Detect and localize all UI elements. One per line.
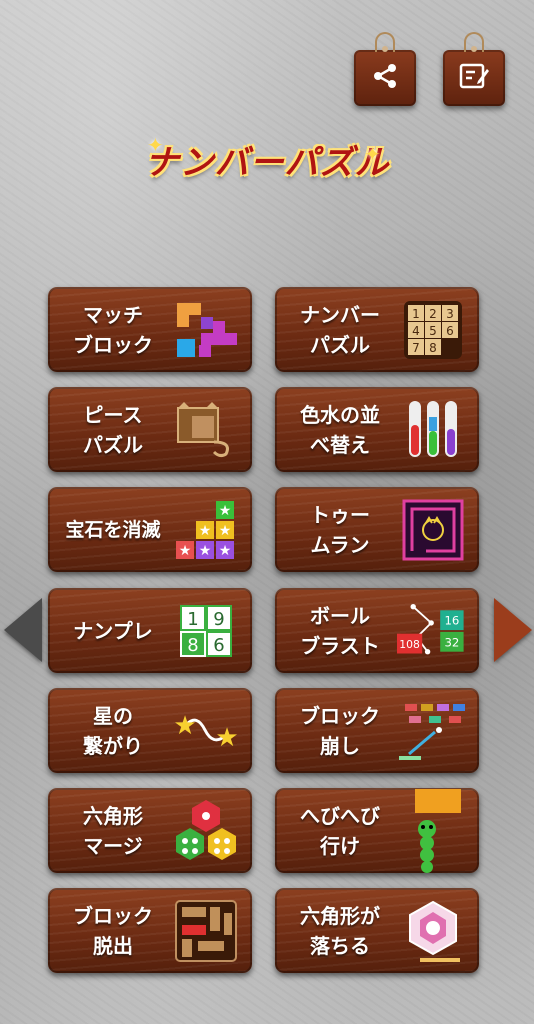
game-tile-match-block[interactable]: マッチ ブロック (48, 287, 252, 372)
game-tile-label: トゥー ムラン (310, 502, 370, 557)
puzzle-number: 5 (429, 324, 437, 338)
game-tile-block-breaker[interactable]: ブロック 崩し (275, 688, 479, 773)
hexagon-merge-icon (170, 796, 242, 866)
game-tile-label: 星の 繋がり (83, 703, 143, 758)
sparkle-icon: ✦ (364, 142, 381, 166)
puzzle-number: 4 (412, 324, 420, 338)
falling-hexagon-icon (397, 896, 469, 966)
brick-breaker-icon (397, 696, 469, 766)
svg-text:★: ★ (173, 711, 196, 741)
ball-blast-number: 108 (399, 638, 420, 651)
puzzle-number: 2 (429, 307, 437, 321)
snake-icon (397, 788, 469, 873)
game-tile-number-puzzle[interactable]: ナンバー パズル 1 2 3 4 5 6 7 8 (275, 287, 479, 372)
game-tile-label: 六角形 マージ (83, 803, 143, 858)
sudoku-numbers-icon: 1 9 8 6 (170, 596, 242, 666)
svg-text:★: ★ (199, 543, 212, 559)
game-tile-block-escape[interactable]: ブロック 脱出 (48, 888, 252, 973)
game-tile-label: ブロック 脱出 (73, 903, 153, 958)
game-tile-label: マッチ ブロック (73, 302, 153, 357)
number-slide-puzzle-icon: 1 2 3 4 5 6 7 8 (397, 295, 469, 365)
puzzle-number: 6 (446, 324, 454, 338)
game-tile-water-sort[interactable]: 色水の並 べ替え (275, 387, 479, 472)
tetromino-blocks-icon (170, 295, 242, 365)
puzzle-number: 8 (429, 341, 437, 355)
game-tile-label: 色水の並 べ替え (300, 402, 380, 457)
game-title: ナンバーパズル (144, 143, 390, 183)
share-icon (370, 61, 400, 95)
ball-blast-icon: 16 108 32 (397, 596, 469, 666)
puzzle-number: 1 (412, 307, 420, 321)
puzzle-number: 3 (446, 307, 454, 321)
puzzle-number: 7 (412, 341, 420, 355)
game-tile-sudoku[interactable]: ナンプレ 1 9 8 6 (48, 588, 252, 673)
svg-text:★: ★ (199, 523, 212, 539)
jigsaw-cat-icon (170, 395, 242, 465)
game-tile-falling-hexagon[interactable]: 六角形が 落ちる (275, 888, 479, 973)
svg-text:★: ★ (219, 543, 232, 559)
game-tile-label: ナンプレ (73, 618, 153, 643)
svg-text:★: ★ (215, 723, 238, 753)
game-tile-ball-blast[interactable]: ボール ブラスト 16 108 32 (275, 588, 479, 673)
game-tile-label: ナンバー パズル (300, 302, 380, 357)
svg-text:★: ★ (219, 503, 232, 519)
connect-stars-icon: ★ ★ (170, 696, 242, 766)
maze-cat-icon (397, 495, 469, 565)
water-sort-tubes-icon (397, 395, 469, 465)
game-tile-label: ブロック 崩し (300, 703, 380, 758)
svg-text:★: ★ (219, 523, 232, 539)
sudoku-digit: 6 (213, 635, 224, 656)
game-tile-label: ボール ブラスト (300, 603, 380, 658)
sudoku-digit: 8 (187, 635, 198, 656)
game-tile-label: 六角形が 落ちる (300, 903, 380, 958)
game-tile-hexagon-merge[interactable]: 六角形 マージ (48, 788, 252, 873)
right-arrow-icon[interactable] (494, 598, 532, 662)
game-tile-jewel-clear[interactable]: 宝石を消滅 ★ ★ ★ ★ ★ ★ (48, 487, 252, 572)
edit-memo-icon (458, 61, 490, 95)
game-tile-tomb-run[interactable]: トゥー ムラン (275, 487, 479, 572)
game-tile-label: 宝石を消滅 (65, 518, 161, 541)
game-tile-piece-puzzle[interactable]: ピース パズル (48, 387, 252, 472)
svg-text:★: ★ (179, 543, 192, 559)
memo-button[interactable] (443, 50, 505, 106)
sudoku-digit: 1 (187, 609, 198, 630)
ball-blast-number: 32 (444, 635, 459, 649)
game-tile-label: ピース パズル (83, 402, 143, 457)
ball-blast-number: 16 (444, 613, 459, 627)
left-arrow-icon[interactable] (4, 598, 42, 662)
game-tile-connect-stars[interactable]: 星の 繋がり ★ ★ (48, 688, 252, 773)
game-tile-label: へびへび 行け (300, 803, 380, 858)
share-button[interactable] (354, 50, 416, 106)
game-tile-snake[interactable]: へびへび 行け (275, 788, 479, 873)
star-gem-blocks-icon: ★ ★ ★ ★ ★ ★ (170, 495, 242, 565)
sudoku-digit: 9 (213, 609, 224, 630)
block-escape-icon (170, 896, 242, 966)
